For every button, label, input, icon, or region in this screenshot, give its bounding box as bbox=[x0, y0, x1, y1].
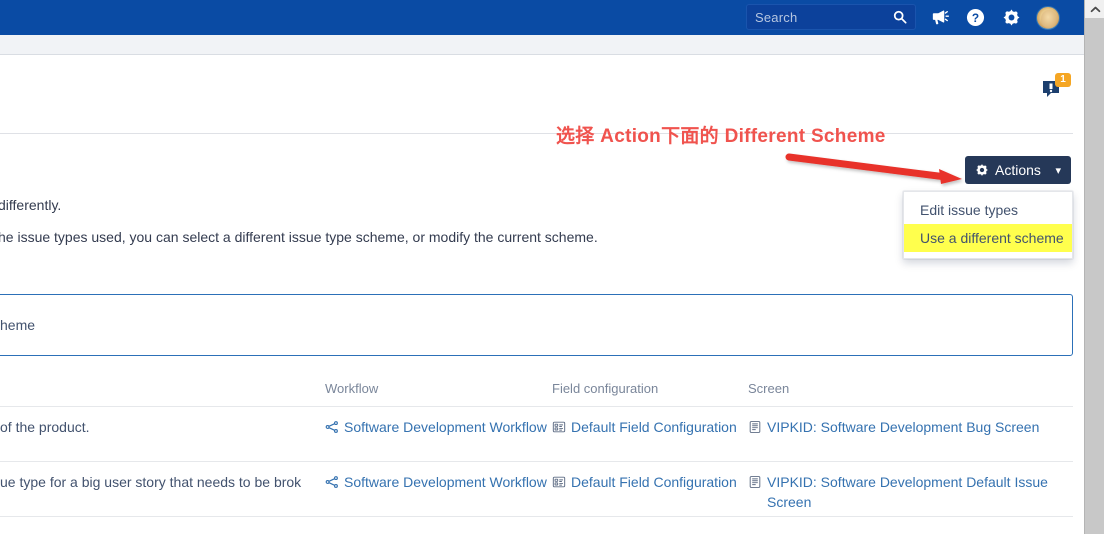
menu-item-edit-issue-types[interactable]: Edit issue types bbox=[904, 196, 1072, 224]
issue-types-table: Workflow Field configuration Screen of t… bbox=[0, 378, 1073, 534]
search-input[interactable]: Search bbox=[746, 4, 916, 30]
search-placeholder: Search bbox=[755, 9, 798, 25]
scheme-info-text: cheme bbox=[0, 317, 36, 333]
column-header-workflow: Workflow bbox=[325, 381, 379, 396]
table-header-row: Workflow Field configuration Screen bbox=[0, 378, 1073, 406]
screen-link-label: VIPKID: Software Development Bug Screen bbox=[767, 419, 1040, 435]
gear-icon bbox=[975, 163, 989, 177]
help-icon[interactable]: ? bbox=[964, 7, 986, 29]
avatar[interactable] bbox=[1036, 5, 1060, 30]
annotation-text: 选择 Action下面的 Different Scheme bbox=[556, 126, 886, 147]
workflow-icon bbox=[325, 419, 339, 439]
workflow-link-label: Software Development Workflow bbox=[344, 419, 547, 435]
search-icon bbox=[893, 10, 907, 24]
notification-badge: 1 bbox=[1055, 73, 1071, 87]
menu-item-use-a-different-scheme[interactable]: Use a different scheme bbox=[904, 224, 1072, 252]
gear-icon[interactable] bbox=[1000, 7, 1022, 29]
cell-screen[interactable]: VIPKID: Software Development Default Iss… bbox=[748, 472, 1073, 516]
screen-icon bbox=[748, 419, 762, 439]
table-row: of the product. Software Development Wor… bbox=[0, 406, 1073, 461]
nav-icon-group: ? bbox=[928, 0, 1060, 35]
megaphone-icon[interactable] bbox=[928, 7, 950, 29]
screen-link-label: VIPKID: Software Development Default Iss… bbox=[767, 474, 1048, 510]
table-row: ue type for a big user story that needs … bbox=[0, 461, 1073, 516]
section-divider bbox=[0, 133, 1073, 134]
body-paragraph-2: he issue types used, you can select a di… bbox=[0, 229, 598, 245]
chevron-up-icon[interactable] bbox=[1085, 0, 1104, 18]
body-paragraph-1: differently. bbox=[0, 197, 62, 213]
cell-workflow[interactable]: Software Development Workflow bbox=[325, 472, 552, 516]
cell-field-configuration[interactable]: Default Field Configuration bbox=[552, 472, 748, 516]
menu-item-label: Use a different scheme bbox=[920, 230, 1064, 246]
global-navigation-bar: Search ? bbox=[0, 0, 1084, 35]
cell-field-configuration[interactable]: Default Field Configuration bbox=[552, 417, 748, 461]
app-root: Search ? 1 选择 Action下面的 Different Scheme… bbox=[0, 0, 1104, 534]
table-row-partial bbox=[0, 516, 1073, 534]
chevron-down-icon: ▾ bbox=[1055, 164, 1061, 177]
workflow-link-label: Software Development Workflow bbox=[344, 474, 547, 490]
column-header-field-configuration: Field configuration bbox=[552, 381, 659, 396]
column-header-screen: Screen bbox=[748, 381, 790, 396]
secondary-bar bbox=[0, 35, 1084, 55]
actions-button[interactable]: Actions ▾ bbox=[965, 156, 1071, 184]
field-config-icon bbox=[552, 419, 566, 439]
screen-icon bbox=[748, 474, 762, 494]
vertical-scrollbar[interactable] bbox=[1084, 0, 1104, 534]
cell-workflow[interactable]: Software Development Workflow bbox=[325, 417, 552, 461]
workflow-icon bbox=[325, 474, 339, 494]
actions-dropdown-menu: Edit issue types Use a different scheme bbox=[903, 191, 1073, 259]
field-config-icon bbox=[552, 474, 566, 494]
field-configuration-link-label: Default Field Configuration bbox=[571, 419, 737, 435]
menu-item-label: Edit issue types bbox=[920, 202, 1019, 218]
field-configuration-link-label: Default Field Configuration bbox=[571, 474, 737, 490]
cell-screen[interactable]: VIPKID: Software Development Bug Screen bbox=[748, 417, 1073, 461]
svg-text:?: ? bbox=[971, 11, 978, 25]
cell-description: of the product. bbox=[0, 419, 90, 435]
column-header-description bbox=[0, 378, 325, 381]
scheme-info-box[interactable]: cheme bbox=[0, 294, 1073, 356]
actions-button-label: Actions bbox=[995, 162, 1041, 178]
feedback-bubble-icon[interactable]: 1 bbox=[1037, 73, 1071, 105]
cell-description: ue type for a big user story that needs … bbox=[0, 474, 302, 490]
